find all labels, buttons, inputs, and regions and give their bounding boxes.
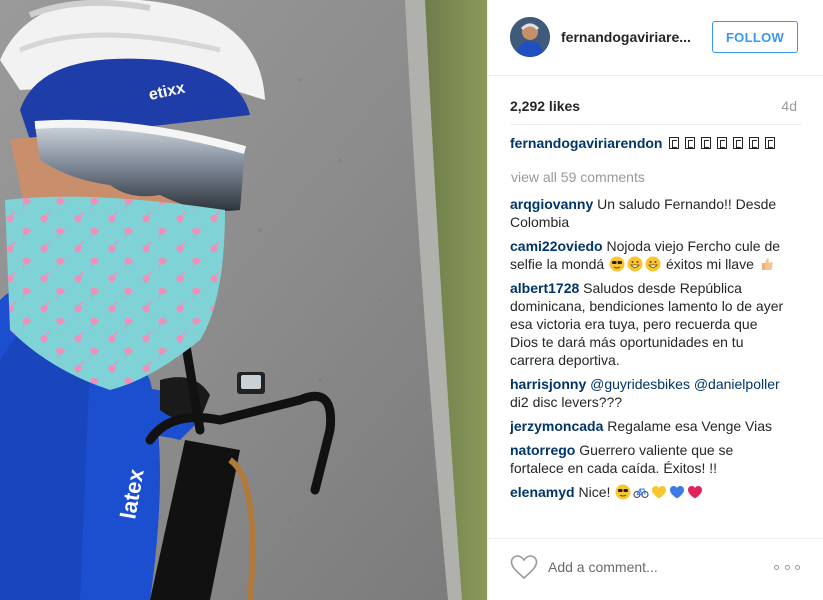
thumbs-up-emoji (759, 256, 775, 272)
comment-author[interactable]: arqgiovanny (510, 196, 593, 212)
like-button[interactable] (510, 554, 538, 580)
comment-author[interactable]: natorrego (510, 442, 575, 458)
missing-glyph-icon (733, 137, 744, 149)
list-item: albert1728 Saludos desde República domin… (510, 279, 784, 369)
post-age[interactable]: 4d (781, 98, 797, 114)
likes-count[interactable]: 2,292 likes (510, 98, 580, 114)
post-details-panel: fernandogaviriare... FOLLOW 2,292 likes … (487, 0, 823, 600)
divider (510, 124, 802, 125)
missing-glyph-icon (669, 137, 680, 149)
grin-emoji (645, 256, 661, 272)
post-header: fernandogaviriare... FOLLOW (488, 0, 823, 76)
list-item: harrisjonny @guyridesbikes @danielpoller… (510, 375, 784, 411)
list-item: arqgiovanny Un saludo Fernando!! Desde C… (510, 195, 784, 231)
comment-author[interactable]: cami22oviedo (510, 238, 603, 254)
red-heart-emoji (687, 484, 703, 500)
comment-text: Nice! (578, 484, 611, 500)
avatar-image (510, 17, 550, 57)
caption: fernandogaviriarendon (510, 134, 784, 152)
comment-text: di2 disc levers??? (510, 394, 623, 410)
list-item: cami22oviedo Nojoda viejo Fercho cule de… (510, 237, 784, 273)
grin-emoji (627, 256, 643, 272)
heart-icon (510, 555, 538, 580)
list-item: jerzymoncada Regalame esa Venge Vias (510, 417, 784, 435)
missing-glyph-icon (685, 137, 696, 149)
missing-glyph-icon (717, 137, 728, 149)
comment-bar (488, 538, 823, 600)
missing-glyph-icon (765, 137, 776, 149)
comment-text: Regalame esa Venge Vias (607, 418, 773, 434)
avatar[interactable] (510, 17, 550, 57)
emoji-group (614, 484, 704, 500)
missing-glyph-icon (749, 137, 760, 149)
cyclist-selfie-image: latex etixx (0, 0, 487, 600)
follow-button[interactable]: FOLLOW (712, 21, 798, 53)
comment-mention[interactable]: @guyridesbikes (590, 376, 690, 392)
bicycle-emoji (633, 484, 649, 500)
more-options-icon[interactable] (774, 557, 800, 577)
comment-author[interactable]: elenamyd (510, 484, 575, 500)
emoji-group (758, 256, 776, 272)
comments-list[interactable]: fernandogaviriarendon view all 59 commen… (510, 134, 784, 532)
missing-glyph-icon (701, 137, 712, 149)
sunglasses-emoji (615, 484, 631, 500)
list-item: natorrego Guerrero valiente que se forta… (510, 441, 784, 477)
blue-heart-emoji (669, 484, 685, 500)
caption-glyphs (666, 135, 778, 151)
comment-mention[interactable]: @danielpoller (694, 376, 780, 392)
post-photo[interactable]: latex etixx (0, 0, 487, 600)
comment-author[interactable]: jerzymoncada (510, 418, 603, 434)
list-item: elenamyd Nice! (510, 483, 784, 501)
yellow-heart-emoji (651, 484, 667, 500)
sunglasses-emoji (609, 256, 625, 272)
caption-author[interactable]: fernandogaviriarendon (510, 135, 662, 151)
post-username[interactable]: fernandogaviriare... (561, 29, 697, 45)
comment-author[interactable]: albert1728 (510, 280, 579, 296)
comment-input[interactable] (548, 555, 758, 579)
emoji-group (608, 256, 662, 272)
comment-text-continued: éxitos mi llave (665, 256, 754, 272)
comment-author[interactable]: harrisjonny (510, 376, 586, 392)
view-all-comments-link[interactable]: view all 59 comments (511, 168, 784, 186)
